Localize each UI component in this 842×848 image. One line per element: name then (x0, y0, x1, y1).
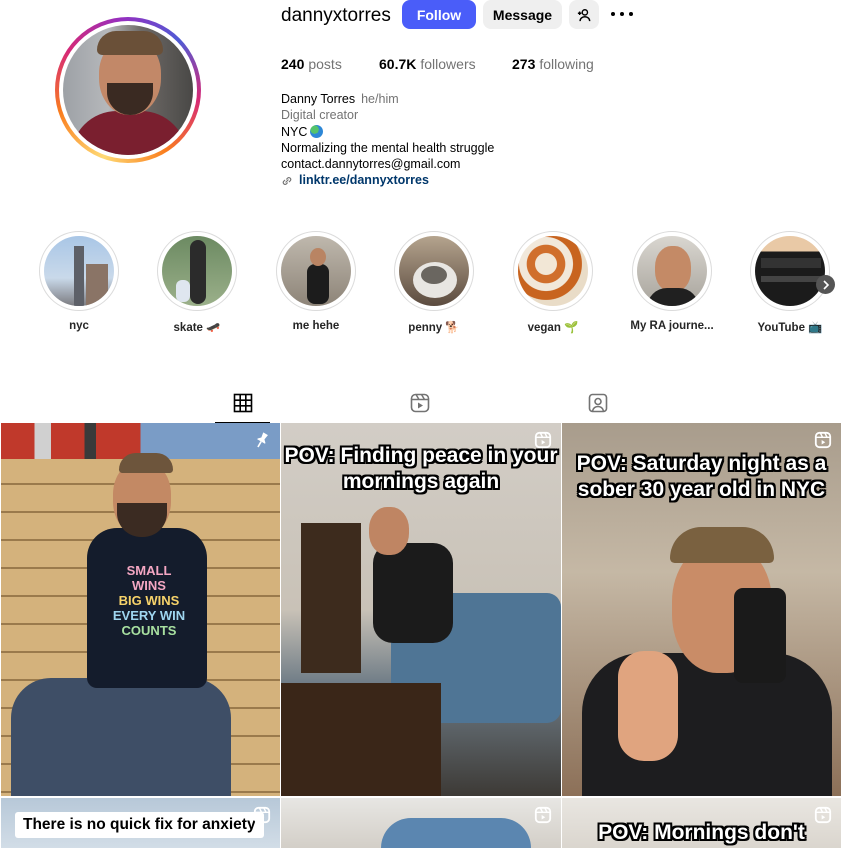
followers-count[interactable]: 60.7K followers (379, 56, 476, 72)
highlight-ring (394, 231, 474, 311)
highlight-label: My RA journe... (630, 320, 714, 332)
highlight-ring (157, 231, 237, 311)
post-tile-pinned[interactable]: SMALL WINS BIG WINS EVERY WIN COUNTS (1, 423, 280, 796)
highlight-skate[interactable]: skate 🛹 (142, 231, 252, 334)
highlight-ring (39, 231, 119, 311)
email-text: contact.dannytorres@gmail.com (281, 157, 461, 172)
highlight-ring (276, 231, 356, 311)
person-face (369, 507, 409, 555)
link-icon (282, 176, 292, 185)
suggested-users-button[interactable] (569, 0, 599, 29)
highlight-label: nyc (69, 320, 89, 332)
reel-icon (534, 806, 552, 824)
post-tile-reel[interactable]: POV: Finding peace in your mornings agai… (281, 423, 561, 796)
highlight-cover (518, 236, 588, 306)
bio-text: Normalizing the mental health struggle (281, 140, 495, 155)
username: dannyxtorres (281, 5, 391, 26)
avatar (63, 25, 193, 155)
highlight-cover (44, 236, 114, 306)
person-legs (11, 678, 231, 796)
highlight-cover (637, 236, 707, 306)
profile-tabs (0, 386, 842, 423)
post-tile-reel[interactable]: There is no quick fix for anxiety (1, 798, 280, 848)
highlight-cover (281, 236, 351, 306)
posts-count[interactable]: 240 posts (281, 56, 342, 72)
person-arm (381, 818, 531, 848)
avatar-border (59, 21, 197, 159)
bookshelf (301, 523, 361, 673)
more-options-icon[interactable] (611, 4, 633, 24)
reel-icon (534, 431, 552, 449)
person-cap (119, 453, 173, 473)
highlight-label: penny 🐕 (408, 322, 460, 334)
highlight-label: YouTube 📺 (757, 322, 823, 334)
person-cap (670, 527, 774, 563)
avatar-hoodie (71, 111, 187, 155)
highlight-ring (750, 231, 830, 311)
grid-icon[interactable] (233, 393, 253, 413)
add-person-icon (577, 8, 591, 21)
highlight-me-hehe[interactable]: me hehe (261, 231, 371, 332)
post-tile-reel[interactable] (281, 798, 561, 848)
highlight-ra-journey[interactable]: My RA journe... (617, 231, 727, 332)
profile-bio: Danny Torres he/him Digital creator NYC N… (281, 91, 494, 189)
post-tile-reel[interactable]: POV: Saturday night as a sober 30 year o… (562, 423, 841, 796)
highlight-label: skate 🛹 (173, 322, 221, 334)
reel-icon (253, 806, 271, 824)
post-caption-overlay: POV: Mornings don't (598, 821, 805, 844)
thumbs-up-hand (618, 651, 678, 761)
tagged-icon[interactable] (588, 393, 608, 413)
avatar-cap (97, 31, 163, 55)
highlight-penny[interactable]: penny 🐕 (379, 231, 489, 334)
pronouns: he/him (361, 92, 399, 106)
highlight-label: me hehe (292, 320, 340, 332)
following-count[interactable]: 273 following (512, 56, 594, 72)
globe-icon (310, 124, 324, 138)
highlight-nyc[interactable]: nyc (24, 231, 134, 332)
post-caption-overlay: POV: Saturday night as a sober 30 year o… (576, 452, 827, 501)
chevron-right-icon (822, 279, 829, 290)
display-name: Danny Torres (281, 92, 356, 106)
highlight-ring (632, 231, 712, 311)
highlight-cover (162, 236, 232, 306)
highlight-cover (755, 236, 825, 306)
message-button[interactable]: Message (483, 0, 562, 29)
post-caption-overlay: There is no quick fix for anxiety (15, 812, 264, 838)
category-label: Digital creator (281, 108, 359, 123)
post-tile-reel[interactable]: POV: Mornings don't (562, 798, 841, 848)
highlight-cover (399, 236, 469, 306)
follow-button[interactable]: Follow (402, 0, 476, 29)
location-line: NYC (281, 124, 494, 140)
reels-icon[interactable] (410, 393, 430, 413)
highlights-next-button[interactable] (816, 275, 835, 294)
phone (734, 588, 786, 683)
external-link[interactable]: linktr.ee/dannyxtorres (281, 172, 494, 188)
coffee-table (281, 683, 441, 796)
story-highlights: nyc skate 🛹 me hehe penny 🐕 vegan 🌱 My R… (0, 231, 842, 341)
highlight-ring (513, 231, 593, 311)
reel-icon (814, 806, 832, 824)
shirt-print: SMALL WINS BIG WINS EVERY WIN COUNTS (112, 563, 186, 638)
highlight-label: vegan 🌱 (527, 322, 579, 334)
profile-avatar-ring[interactable] (55, 17, 201, 163)
post-caption-overlay: POV: Finding peace in your mornings agai… (284, 444, 558, 493)
person-shirt (373, 543, 453, 643)
reel-icon (814, 431, 832, 449)
highlight-vegan[interactable]: vegan 🌱 (498, 231, 608, 334)
